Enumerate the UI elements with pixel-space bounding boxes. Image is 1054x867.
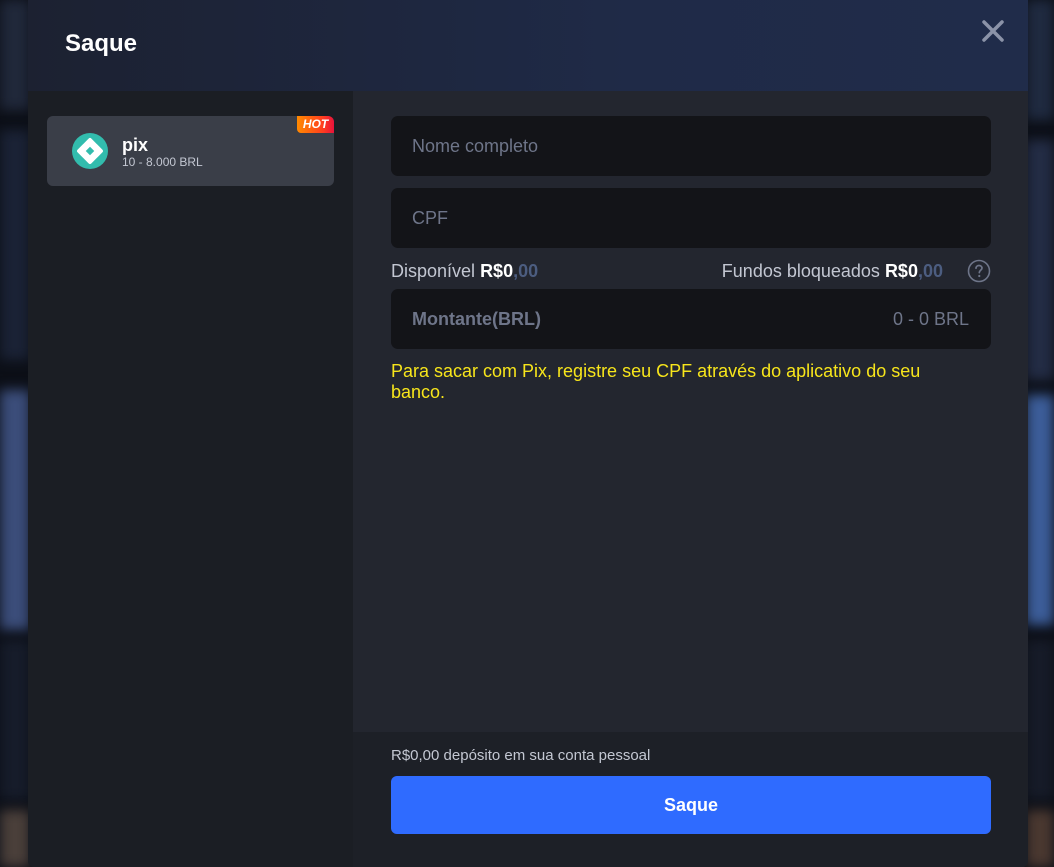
blocked-funds: Fundos bloqueados R$0,00 (722, 261, 943, 282)
available-amount-decimals: ,00 (513, 261, 539, 281)
balance-row: Disponível R$0,00 Fundos bloqueados R$0,… (391, 259, 991, 285)
blocked-currency: R$ (884, 261, 908, 281)
blocked-amount-whole: 0 (907, 261, 918, 281)
form-footer: R$0,00 depósito em sua conta pessoal Saq… (353, 732, 1028, 867)
available-currency: R$ (480, 261, 504, 281)
payment-methods-sidebar: pix 10 - 8.000 BRL HOT (28, 91, 353, 867)
payment-method-pix[interactable]: pix 10 - 8.000 BRL HOT (47, 116, 334, 186)
full-name-field-container (391, 116, 991, 176)
withdraw-submit-button[interactable]: Saque (391, 776, 991, 834)
cpf-input[interactable] (391, 188, 991, 248)
payment-method-range: 10 - 8.000 BRL (122, 155, 203, 169)
cpf-notice: Para sacar com Pix, registre seu CPF atr… (391, 361, 921, 402)
hot-badge: HOT (297, 116, 334, 133)
modal-title: Saque (65, 30, 138, 57)
withdraw-modal: Saque pix 10 - 8.000 BRL HOT Nome comple… (28, 0, 1028, 867)
available-balance: Disponível R$0,00 (391, 261, 538, 282)
amount-label: Montante(BRL) (412, 309, 541, 329)
question-circle-icon[interactable] (967, 259, 991, 283)
cpf-field-container (391, 188, 991, 248)
modal-header: Saque (28, 0, 1028, 91)
full-name-input[interactable] (391, 116, 991, 176)
pix-logo-icon (72, 133, 108, 169)
amount-range: 0 - 0 BRL (892, 309, 969, 329)
blocked-amount-decimals: ,00 (917, 261, 943, 281)
close-icon[interactable] (978, 16, 1008, 46)
deposit-info-text: R$0,00 depósito em sua conta pessoal (391, 747, 651, 764)
available-label: Disponível (391, 261, 476, 281)
available-amount-whole: 0 (503, 261, 514, 281)
payment-method-name: pix (122, 135, 149, 155)
amount-field[interactable]: Montante(BRL) 0 - 0 BRL (391, 289, 991, 349)
withdraw-form: Disponível R$0,00 Fundos bloqueados R$0,… (353, 91, 1028, 867)
blocked-label: Fundos bloqueados (721, 261, 880, 281)
